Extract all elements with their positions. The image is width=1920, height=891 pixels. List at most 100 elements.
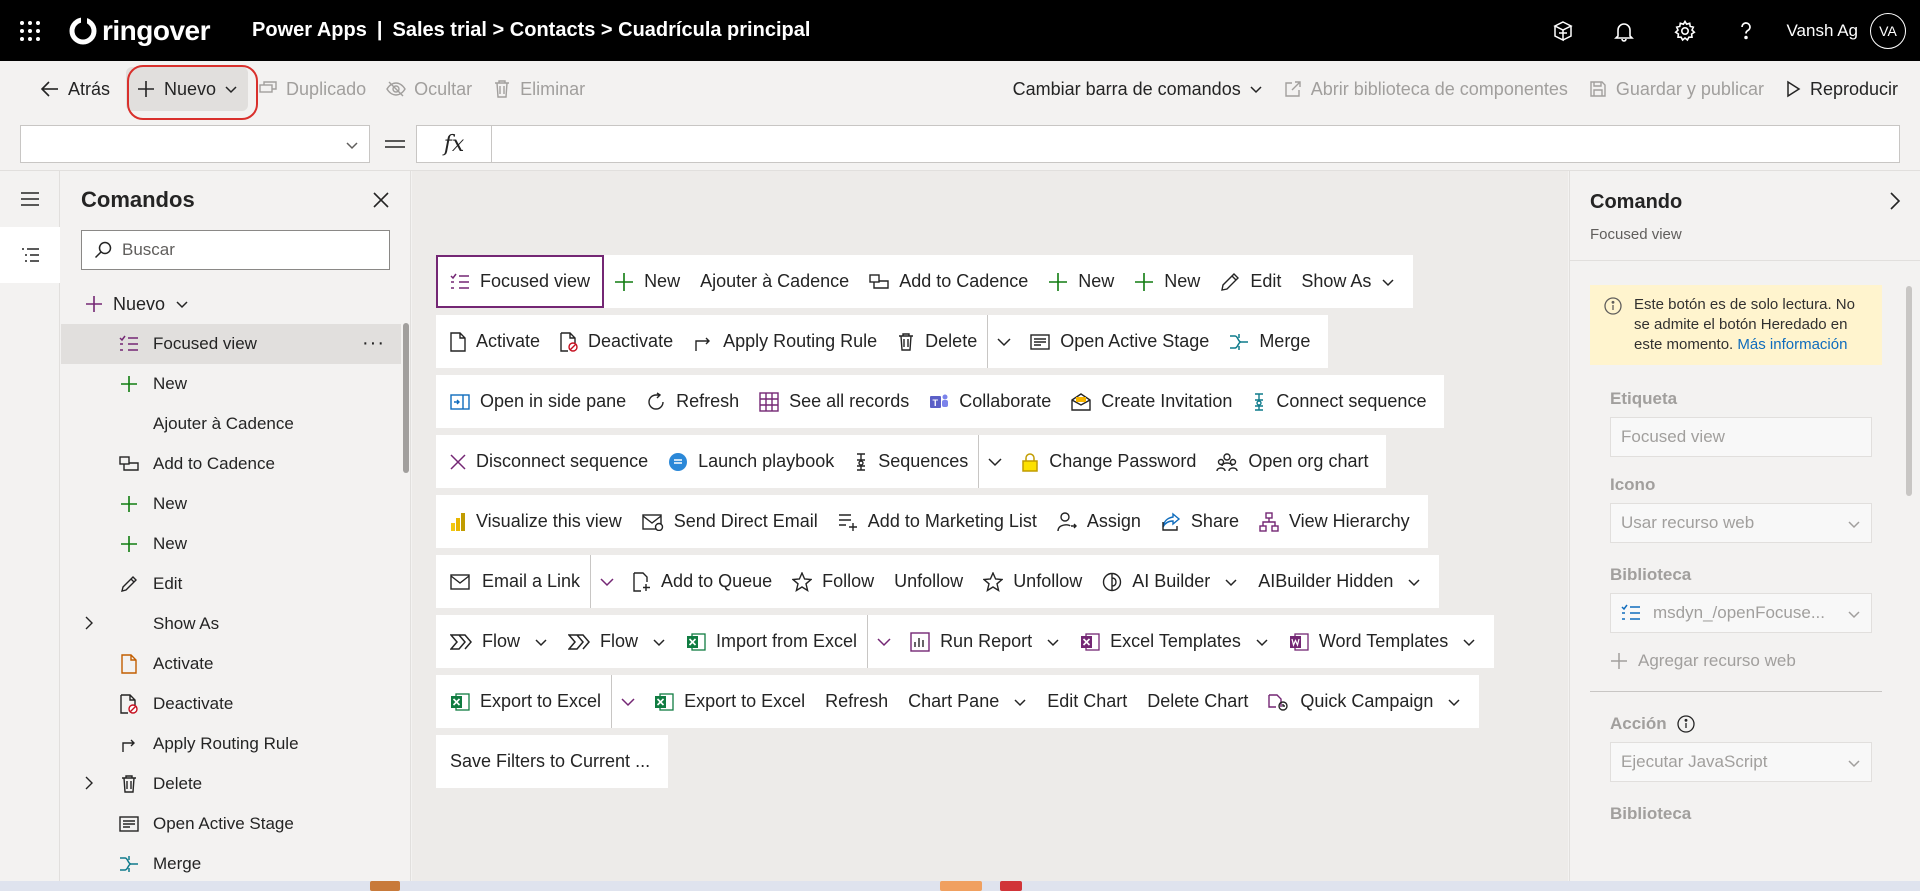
cmd-add-to-queue[interactable]: Add to Queue: [623, 555, 782, 608]
taskbar-app-icon[interactable]: [370, 881, 400, 891]
cmd-excel-templates[interactable]: Excel Templates: [1070, 615, 1279, 668]
cmd-quick-campaign[interactable]: Quick Campaign: [1258, 675, 1471, 728]
tree-item-new[interactable]: New: [61, 484, 401, 524]
cmd-word-templates[interactable]: Word Templates: [1279, 615, 1486, 668]
cmd-add-to-marketing-list[interactable]: Add to Marketing List: [828, 495, 1047, 548]
brand-logo[interactable]: ringover: [68, 15, 211, 47]
back-button[interactable]: Atrás: [30, 67, 120, 111]
cmd-refresh[interactable]: Refresh: [815, 675, 898, 728]
tree-item-ajouter-a-cadence[interactable]: Ajouter à Cadence: [61, 404, 401, 444]
tree-scrollbar[interactable]: [403, 323, 409, 473]
cmd-open-org-chart[interactable]: Open org chart: [1206, 435, 1378, 488]
formula-input[interactable]: [491, 125, 1900, 163]
bell-icon[interactable]: [1593, 0, 1654, 61]
tree-item-new[interactable]: New: [61, 364, 401, 404]
cmd-merge[interactable]: Merge: [1219, 315, 1320, 368]
gear-icon[interactable]: [1654, 0, 1715, 61]
icon-dropdown[interactable]: Usar recurso web: [1610, 503, 1872, 543]
cmd-deactivate[interactable]: Deactivate: [550, 315, 683, 368]
cmd-new[interactable]: New: [604, 255, 690, 308]
cmd-ai-builder[interactable]: AI Builder: [1092, 555, 1248, 608]
tree-item-merge[interactable]: Merge: [61, 844, 401, 884]
fx-button[interactable]: fx: [416, 125, 492, 163]
cmd-import-from-excel[interactable]: Import from Excel: [676, 615, 867, 668]
cmd-view-hierarchy[interactable]: View Hierarchy: [1249, 495, 1420, 548]
tree-new-button[interactable]: Nuevo: [85, 284, 189, 324]
taskbar-app-icon[interactable]: [1000, 881, 1022, 891]
new-button[interactable]: Nuevo: [126, 67, 249, 111]
cmd-assign[interactable]: Assign: [1047, 495, 1151, 548]
cmd-connect-sequence[interactable]: Connect sequence: [1242, 375, 1436, 428]
cmd-see-all-records[interactable]: See all records: [749, 375, 919, 428]
chevron-down-icon[interactable]: [867, 615, 900, 668]
help-icon[interactable]: [1715, 0, 1776, 61]
chevron-right-icon[interactable]: [83, 776, 95, 790]
waffle-icon[interactable]: [0, 0, 60, 61]
tree-item-activate[interactable]: Activate: [61, 644, 401, 684]
cmd-ajouter-a-cadence[interactable]: Ajouter à Cadence: [690, 255, 859, 308]
close-icon[interactable]: [372, 191, 390, 209]
delete-button[interactable]: Eliminar: [482, 67, 595, 111]
cmd-unfollow[interactable]: Unfollow: [973, 555, 1092, 608]
cmd-new[interactable]: New: [1038, 255, 1124, 308]
open-library-button[interactable]: Abrir biblioteca de componentes: [1273, 67, 1578, 111]
cmd-sequences[interactable]: Sequences: [844, 435, 978, 488]
cmd-save-filters[interactable]: Save Filters to Current ...: [440, 735, 660, 788]
more-icon[interactable]: ···: [362, 332, 385, 355]
cmd-show-as[interactable]: Show As: [1291, 255, 1405, 308]
cmd-flow[interactable]: Flow: [440, 615, 558, 668]
library-dropdown[interactable]: msdyn_/openFocuse...: [1610, 593, 1872, 633]
cmd-export-to-excel[interactable]: Export to Excel: [644, 675, 815, 728]
cmd-unfollow[interactable]: Unfollow: [884, 555, 973, 608]
cmd-add-to-cadence[interactable]: Add to Cadence: [859, 255, 1038, 308]
cmd-edit[interactable]: Edit: [1210, 255, 1291, 308]
cmd-launch-playbook[interactable]: Launch playbook: [658, 435, 844, 488]
change-command-bar-button[interactable]: Cambiar barra de comandos: [1003, 67, 1273, 111]
cmd-new[interactable]: New: [1124, 255, 1210, 308]
taskbar-app-icon[interactable]: [940, 881, 982, 891]
cmd-flow[interactable]: Flow: [558, 615, 676, 668]
add-web-resource-button[interactable]: Agregar recurso web: [1610, 645, 1882, 677]
hamburger-icon[interactable]: [0, 171, 60, 227]
app-name[interactable]: Power Apps: [252, 19, 367, 41]
cmd-send-direct-email[interactable]: Send Direct Email: [632, 495, 828, 548]
panel-scrollbar[interactable]: [1906, 286, 1912, 496]
cmd-focused-view[interactable]: Focused view: [436, 255, 605, 308]
cmd-activate[interactable]: Activate: [440, 315, 550, 368]
tree-item-edit[interactable]: Edit: [61, 564, 401, 604]
cmd-delete[interactable]: Delete: [887, 315, 987, 368]
environment-icon[interactable]: [1532, 0, 1593, 61]
play-button[interactable]: Reproducir: [1774, 67, 1908, 111]
cmd-chart-pane[interactable]: Chart Pane: [898, 675, 1037, 728]
cmd-email-a-link[interactable]: Email a Link: [440, 555, 590, 608]
label-field[interactable]: Focused view: [1610, 417, 1872, 457]
user-name[interactable]: Vansh Ag: [1786, 21, 1858, 41]
cmd-open-active-stage[interactable]: Open Active Stage: [1020, 315, 1219, 368]
property-dropdown[interactable]: [20, 125, 370, 163]
tree-item-deactivate[interactable]: Deactivate: [61, 684, 401, 724]
tree-item-show-as[interactable]: Show As: [61, 604, 401, 644]
cmd-refresh[interactable]: Refresh: [636, 375, 749, 428]
tree-item-open-active-stage[interactable]: Open Active Stage: [61, 804, 401, 844]
chevron-down-icon[interactable]: [590, 555, 623, 608]
hide-button[interactable]: Ocultar: [376, 67, 482, 111]
chevron-down-icon[interactable]: [987, 315, 1020, 368]
cmd-run-report[interactable]: Run Report: [900, 615, 1070, 668]
tree-item-apply-routing-rule[interactable]: Apply Routing Rule: [61, 724, 401, 764]
cmd-delete-chart[interactable]: Delete Chart: [1137, 675, 1258, 728]
action-dropdown[interactable]: Ejecutar JavaScript: [1610, 742, 1872, 782]
tree-item-delete[interactable]: Delete: [61, 764, 401, 804]
tree-item-focused-view[interactable]: Focused view ···: [61, 324, 401, 364]
chevron-right-icon[interactable]: [1888, 191, 1902, 211]
cmd-apply-routing-rule[interactable]: Apply Routing Rule: [683, 315, 887, 368]
duplicate-button[interactable]: Duplicado: [248, 67, 376, 111]
cmd-export-to-excel[interactable]: Export to Excel: [440, 675, 611, 728]
cmd-disconnect-sequence[interactable]: Disconnect sequence: [440, 435, 658, 488]
tree-search-input[interactable]: Buscar: [81, 230, 390, 270]
tree-view-icon[interactable]: [0, 227, 60, 283]
save-publish-button[interactable]: Guardar y publicar: [1578, 67, 1774, 111]
cmd-follow[interactable]: Follow: [782, 555, 884, 608]
chevron-right-icon[interactable]: [83, 616, 95, 630]
cmd-visualize-this-view[interactable]: Visualize this view: [440, 495, 632, 548]
info-icon[interactable]: [1677, 715, 1695, 733]
